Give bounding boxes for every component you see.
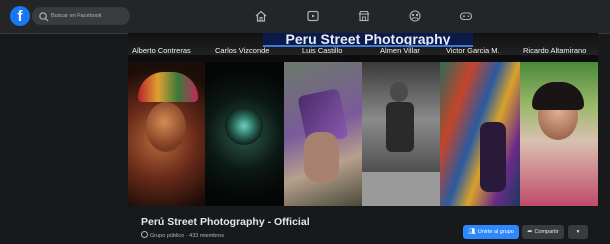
- watch-icon[interactable]: [306, 9, 320, 23]
- cover-photo-panel: [205, 62, 284, 206]
- search-icon: [38, 10, 50, 22]
- cover-title: Peru Street Photography: [263, 33, 473, 47]
- search-box[interactable]: [32, 7, 130, 25]
- cover-photo-panel: [128, 62, 205, 206]
- group-meta: Grupo público · 433 miembros: [141, 231, 224, 239]
- cover-photo-panel: [284, 62, 362, 206]
- top-nav-bar: f: [0, 0, 610, 34]
- group-name[interactable]: Perú Street Photography - Official: [141, 216, 310, 228]
- photographer-name: Almen Villar: [380, 46, 420, 55]
- photographer-name: Ricardo Altamirano: [523, 46, 587, 55]
- gaming-icon[interactable]: [459, 9, 473, 23]
- photographer-name: Carlos Vizconde: [215, 46, 270, 55]
- join-group-button[interactable]: 👥︎ Unirte al grupo: [463, 225, 519, 239]
- users-icon: 👥︎: [468, 229, 476, 235]
- globe-icon: [141, 231, 148, 238]
- group-cover-photo[interactable]: Peru Street Photography Alberto Contrera…: [128, 33, 598, 206]
- groups-icon[interactable]: [408, 9, 422, 23]
- facebook-logo[interactable]: f: [10, 6, 30, 26]
- cover-photo-panel: [362, 62, 440, 206]
- marketplace-icon[interactable]: [357, 9, 371, 23]
- cover-photo-panel: [440, 62, 520, 206]
- join-group-label: Unirte al grupo: [477, 229, 514, 235]
- group-meta-text: Grupo público · 433 miembros: [150, 233, 224, 239]
- photographer-name: Victor Garcia M.: [446, 46, 500, 55]
- share-button[interactable]: ➦ Compartir: [522, 225, 564, 239]
- share-icon: ➦: [527, 229, 533, 235]
- photographer-name: Luis Castillo: [302, 46, 343, 55]
- photographer-name: Alberto Contreras: [132, 46, 191, 55]
- share-label: Compartir: [534, 229, 559, 235]
- cover-photo-panel: [520, 62, 598, 206]
- more-options-button[interactable]: ▾: [568, 225, 588, 239]
- home-icon[interactable]: [254, 9, 268, 23]
- chevron-down-icon: ▾: [576, 229, 580, 235]
- search-input[interactable]: [51, 7, 127, 25]
